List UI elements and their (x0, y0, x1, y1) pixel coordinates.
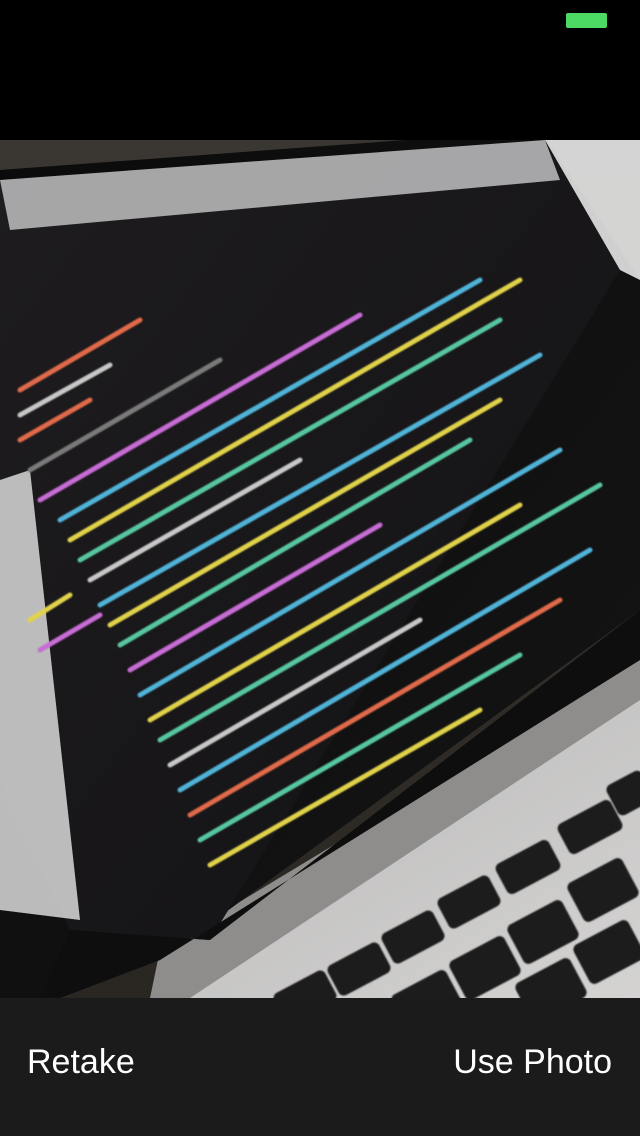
camera-preview-screen: Retake Use Photo (0, 0, 640, 1136)
photo-confirm-toolbar: Retake Use Photo (0, 998, 640, 1136)
captured-photo (0, 140, 640, 998)
photo-image (0, 140, 640, 998)
status-bar (0, 0, 640, 40)
use-photo-button[interactable]: Use Photo (453, 1038, 612, 1086)
retake-button[interactable]: Retake (27, 1038, 135, 1086)
battery-icon (566, 13, 607, 28)
